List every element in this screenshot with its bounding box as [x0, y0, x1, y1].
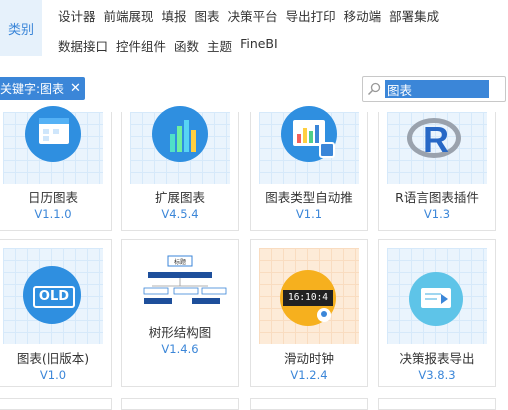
nav-data-interface[interactable]: 数据接口 [58, 36, 108, 55]
card-version: V4.5.4 [161, 207, 199, 221]
card-name: 扩展图表 [154, 190, 205, 205]
calendar-chart-thumbnail [3, 106, 103, 184]
plugin-card-legacy-chart[interactable]: OLD 图表(旧版本) V1.0 [0, 239, 112, 387]
nav-decision-platform[interactable]: 决策平台 [228, 6, 278, 25]
card-name: 滑动时钟 [283, 351, 334, 366]
card-version: V1.0 [39, 368, 67, 382]
card-version: V1.2.4 [290, 368, 328, 382]
plugin-card-auto-chart-recommend[interactable]: 图表类型自动推 V1.1 [250, 106, 368, 231]
plugin-card-extended-chart[interactable]: 扩展图表 V4.5.4 [121, 106, 239, 231]
plugin-card-decision-report-export[interactable]: 决策报表导出 V3.8.3 [378, 239, 496, 387]
card-name: 图表(旧版本) [16, 351, 90, 366]
search-icon[interactable] [363, 78, 385, 100]
tree-title-text: 标题 [174, 258, 186, 266]
nav-frontend-display[interactable]: 前端展现 [104, 6, 154, 25]
sliding-clock-thumbnail: 16:10:4 [259, 248, 359, 344]
nav-functions[interactable]: 函数 [174, 36, 199, 55]
search-input[interactable] [385, 80, 489, 98]
tree-structure-thumbnail: 标题 [130, 248, 230, 318]
nav-mobile[interactable]: 移动端 [344, 6, 382, 25]
plugin-card-partial [121, 398, 239, 410]
card-version: V1.1 [295, 207, 323, 221]
card-name: R语言图表插件 [395, 190, 479, 205]
report-export-thumbnail [387, 248, 487, 344]
plugin-card-partial [0, 398, 112, 410]
search-box [362, 76, 506, 102]
card-name: 决策报表导出 [399, 351, 475, 366]
legacy-chart-thumbnail: OLD [3, 248, 103, 344]
category-label: 类别 [0, 0, 42, 56]
category-nav-row-2: 数据接口 控件组件 函数 主题 FineBI [58, 36, 278, 55]
category-nav-row-1: 设计器 前端展现 填报 图表 决策平台 导出打印 移动端 部署集成 [58, 6, 439, 25]
plugin-card-tree-structure[interactable]: 标题 树形结构图 V1.4.6 [121, 239, 239, 387]
old-badge-text: OLD [33, 286, 75, 308]
auto-chart-thumbnail [259, 106, 359, 184]
card-version: V1.4.6 [161, 342, 199, 356]
r-logo-text: R [423, 119, 449, 160]
nav-fill-report[interactable]: 填报 [162, 6, 187, 25]
card-version: V1.3 [423, 207, 451, 221]
plugin-card-partial [250, 398, 368, 410]
card-version: V3.8.3 [418, 368, 456, 382]
plugin-card-r-language-chart[interactable]: R R语言图表插件 V1.3 [378, 112, 496, 231]
nav-finebi[interactable]: FineBI [240, 36, 278, 55]
card-name: 树形结构图 [148, 325, 212, 340]
plugin-card-calendar-chart[interactable]: 日历图表 V1.1.0 [0, 106, 112, 231]
nav-export-print[interactable]: 导出打印 [286, 6, 336, 25]
nav-theme[interactable]: 主题 [207, 36, 232, 55]
r-language-thumbnail: R [387, 112, 487, 184]
extended-chart-thumbnail [130, 106, 230, 184]
nav-widgets[interactable]: 控件组件 [116, 36, 166, 55]
nav-deploy-integration[interactable]: 部署集成 [389, 6, 439, 25]
clock-digits: 16:10:4 [283, 290, 333, 306]
nav-designer[interactable]: 设计器 [58, 6, 96, 25]
nav-charts[interactable]: 图表 [195, 6, 220, 25]
keyword-filter-label: 关键字:图表 [0, 82, 65, 96]
plugin-card-sliding-clock[interactable]: 16:10:4 滑动时钟 V1.2.4 [250, 239, 368, 387]
card-name: 图表类型自动推 [265, 190, 353, 205]
tree-diagram-icon: 标题 [143, 255, 227, 304]
card-name: 日历图表 [27, 190, 78, 205]
plugin-card-partial [378, 398, 496, 410]
card-version: V1.1.0 [34, 207, 72, 221]
close-icon[interactable]: ✕ [70, 81, 81, 96]
keyword-filter-tag: 关键字:图表 ✕ [0, 77, 85, 100]
